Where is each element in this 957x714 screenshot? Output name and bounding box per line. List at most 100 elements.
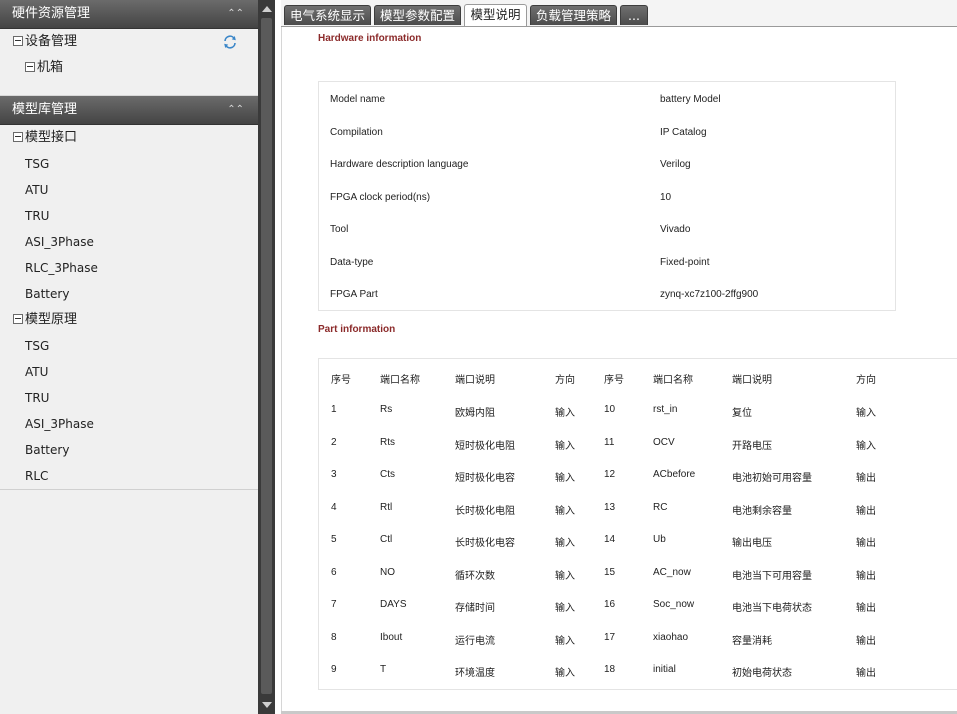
part-info-title: Part information (318, 324, 396, 335)
hardware-info-value: IP Catalog (660, 126, 707, 138)
tab-model-description[interactable]: 模型说明 (464, 4, 527, 26)
tree-item-device-management[interactable]: 设备管理 (0, 29, 258, 55)
tree-item-label: RLC (25, 469, 49, 483)
tree-leaf-item[interactable]: Battery (0, 437, 258, 463)
vertical-scrollbar[interactable] (258, 0, 275, 714)
part-table-cell: 输出 (856, 570, 876, 582)
tree-leaf-item[interactable]: TSG (0, 333, 258, 359)
part-table-cell: AC_now (653, 566, 691, 578)
panel-title: 硬件资源管理 (12, 6, 91, 21)
tree-leaf-item[interactable]: RLC (0, 463, 258, 489)
part-table-cell: DAYS (380, 599, 407, 610)
hardware-info-label: Tool (330, 224, 349, 235)
part-table-header: 方向 (856, 375, 876, 386)
part-table-cell: RC (653, 501, 668, 513)
part-table-cell: 电池初始可用容量 (732, 473, 812, 484)
hardware-info-label: FPGA Part (330, 289, 378, 300)
double-chevron-up-icon[interactable]: ⌃⌃ (227, 0, 244, 28)
scroll-up-arrow-icon[interactable] (262, 6, 272, 12)
tree-leaf-item[interactable]: TRU (0, 203, 258, 229)
tree-leaf-item[interactable]: Battery (0, 281, 258, 307)
tab-bar: 电气系统显示 模型参数配置 模型说明 负载管理策略 ... (281, 0, 957, 27)
tab-electrical-display[interactable]: 电气系统显示 (284, 5, 371, 25)
tree-leaf-item[interactable]: ATU (0, 359, 258, 385)
part-table-cell: Ctl (380, 534, 393, 545)
part-table-cell: 2 (331, 436, 337, 448)
part-table-cell: 长时极化电容 (455, 538, 515, 549)
hardware-info-label: Hardware description language (330, 159, 469, 170)
part-table-cell: 初始电荷状态 (732, 668, 792, 679)
collapse-box-icon[interactable] (13, 35, 23, 46)
part-table-cell: Rs (380, 404, 393, 415)
part-table-cell: 9 (331, 664, 337, 675)
tree-item-label: 机箱 (37, 60, 64, 75)
part-table-cell: xiaohao (653, 631, 689, 643)
part-table-cell: 16 (604, 599, 616, 610)
part-table-cell: 14 (604, 534, 616, 545)
tab-model-parameters[interactable]: 模型参数配置 (374, 5, 461, 25)
hardware-info-value: battery Model (660, 94, 721, 105)
part-table-cell: 输出 (856, 635, 876, 647)
part-table-cell: Ub (653, 534, 666, 545)
part-table-cell: 短时极化电阻 (455, 440, 515, 452)
part-info-table: 序号 端口名称 端口说明 方向 序号 端口名称 端口说明 方向 1 Rs 欧姆内阻 输入 10 rst_i… (318, 358, 957, 690)
tree-item-chassis[interactable]: 机箱 (0, 55, 258, 81)
hardware-info-value: Fixed-point (660, 256, 710, 268)
model-description-content: Hardware information Model name battery M… (281, 27, 957, 711)
part-table-cell: 6 (331, 566, 337, 578)
panel-title: 模型库管理 (12, 102, 78, 117)
collapse-box-icon[interactable] (25, 61, 35, 72)
part-table-cell: 输入 (555, 570, 575, 582)
tree-group[interactable]: 模型原理 (0, 307, 258, 333)
part-table-cell: 输入 (555, 538, 575, 549)
part-table-cell: 容量消耗 (732, 635, 772, 647)
tree-item-label: ASI_3Phase (25, 417, 94, 431)
part-table-cell: 12 (604, 469, 616, 480)
part-table-cell: 输入 (555, 635, 575, 647)
double-chevron-up-icon[interactable]: ⌃⌃ (227, 96, 244, 124)
model-library-panel-header[interactable]: 模型库管理 ⌃⌃ (0, 96, 258, 125)
part-table-cell: 开路电压 (732, 440, 772, 452)
part-table-cell: T (380, 664, 387, 675)
part-table-header: 方向 (555, 375, 575, 386)
part-table-header: 序号 (604, 375, 624, 386)
part-table-cell: 电池当下可用容量 (732, 570, 812, 582)
part-table-cell: 循环次数 (455, 570, 495, 582)
hardware-info-label: Compilation (330, 126, 383, 138)
scroll-down-arrow-icon[interactable] (262, 702, 272, 708)
main-area: 电气系统显示 模型参数配置 模型说明 负载管理策略 ... Hardware i… (281, 0, 957, 714)
part-table-cell: 输出 (856, 505, 876, 517)
part-table-cell: 8 (331, 631, 337, 643)
hardware-info-table: Model name battery Model Compilation IP Cat… (318, 81, 896, 311)
refresh-icon[interactable] (222, 34, 238, 50)
tree-leaf-item[interactable]: RLC_3Phase (0, 255, 258, 281)
hardware-resource-panel: 硬件资源管理 ⌃⌃ 设备管理 机箱 (0, 0, 258, 96)
part-table-cell: 15 (604, 566, 616, 578)
hardware-resource-panel-header[interactable]: 硬件资源管理 ⌃⌃ (0, 0, 258, 29)
scrollbar-thumb[interactable] (261, 18, 272, 694)
part-table-cell: 输入 (555, 440, 575, 452)
tab-more[interactable]: ... (620, 5, 648, 25)
part-table-cell: 电池剩余容量 (732, 505, 792, 517)
collapse-box-icon[interactable] (13, 131, 23, 142)
part-table-cell: 输出 (856, 668, 876, 679)
part-table-cell: ACbefore (653, 469, 696, 480)
tree-leaf-item[interactable]: ASI_3Phase (0, 411, 258, 437)
part-table-cell: 3 (331, 469, 337, 480)
part-table-cell: 输入 (555, 505, 575, 517)
hardware-info-value: zynq-xc7z100-2ffg900 (660, 289, 759, 300)
tree-group[interactable]: 模型接口 (0, 125, 258, 151)
tree-leaf-item[interactable]: ASI_3Phase (0, 229, 258, 255)
tree-leaf-item[interactable]: ATU (0, 177, 258, 203)
part-table-cell: 输入 (856, 408, 876, 419)
part-table-cell: 环境温度 (455, 668, 495, 679)
part-table-cell: initial (653, 664, 676, 675)
tab-load-management[interactable]: 负载管理策略 (530, 5, 617, 25)
part-table-cell: 13 (604, 501, 616, 513)
part-table-cell: 5 (331, 534, 337, 545)
part-table-cell: 输入 (555, 603, 575, 614)
tree-leaf-item[interactable]: TSG (0, 151, 258, 177)
tree-item-label: ATU (25, 365, 49, 379)
tree-leaf-item[interactable]: TRU (0, 385, 258, 411)
collapse-box-icon[interactable] (13, 313, 23, 324)
